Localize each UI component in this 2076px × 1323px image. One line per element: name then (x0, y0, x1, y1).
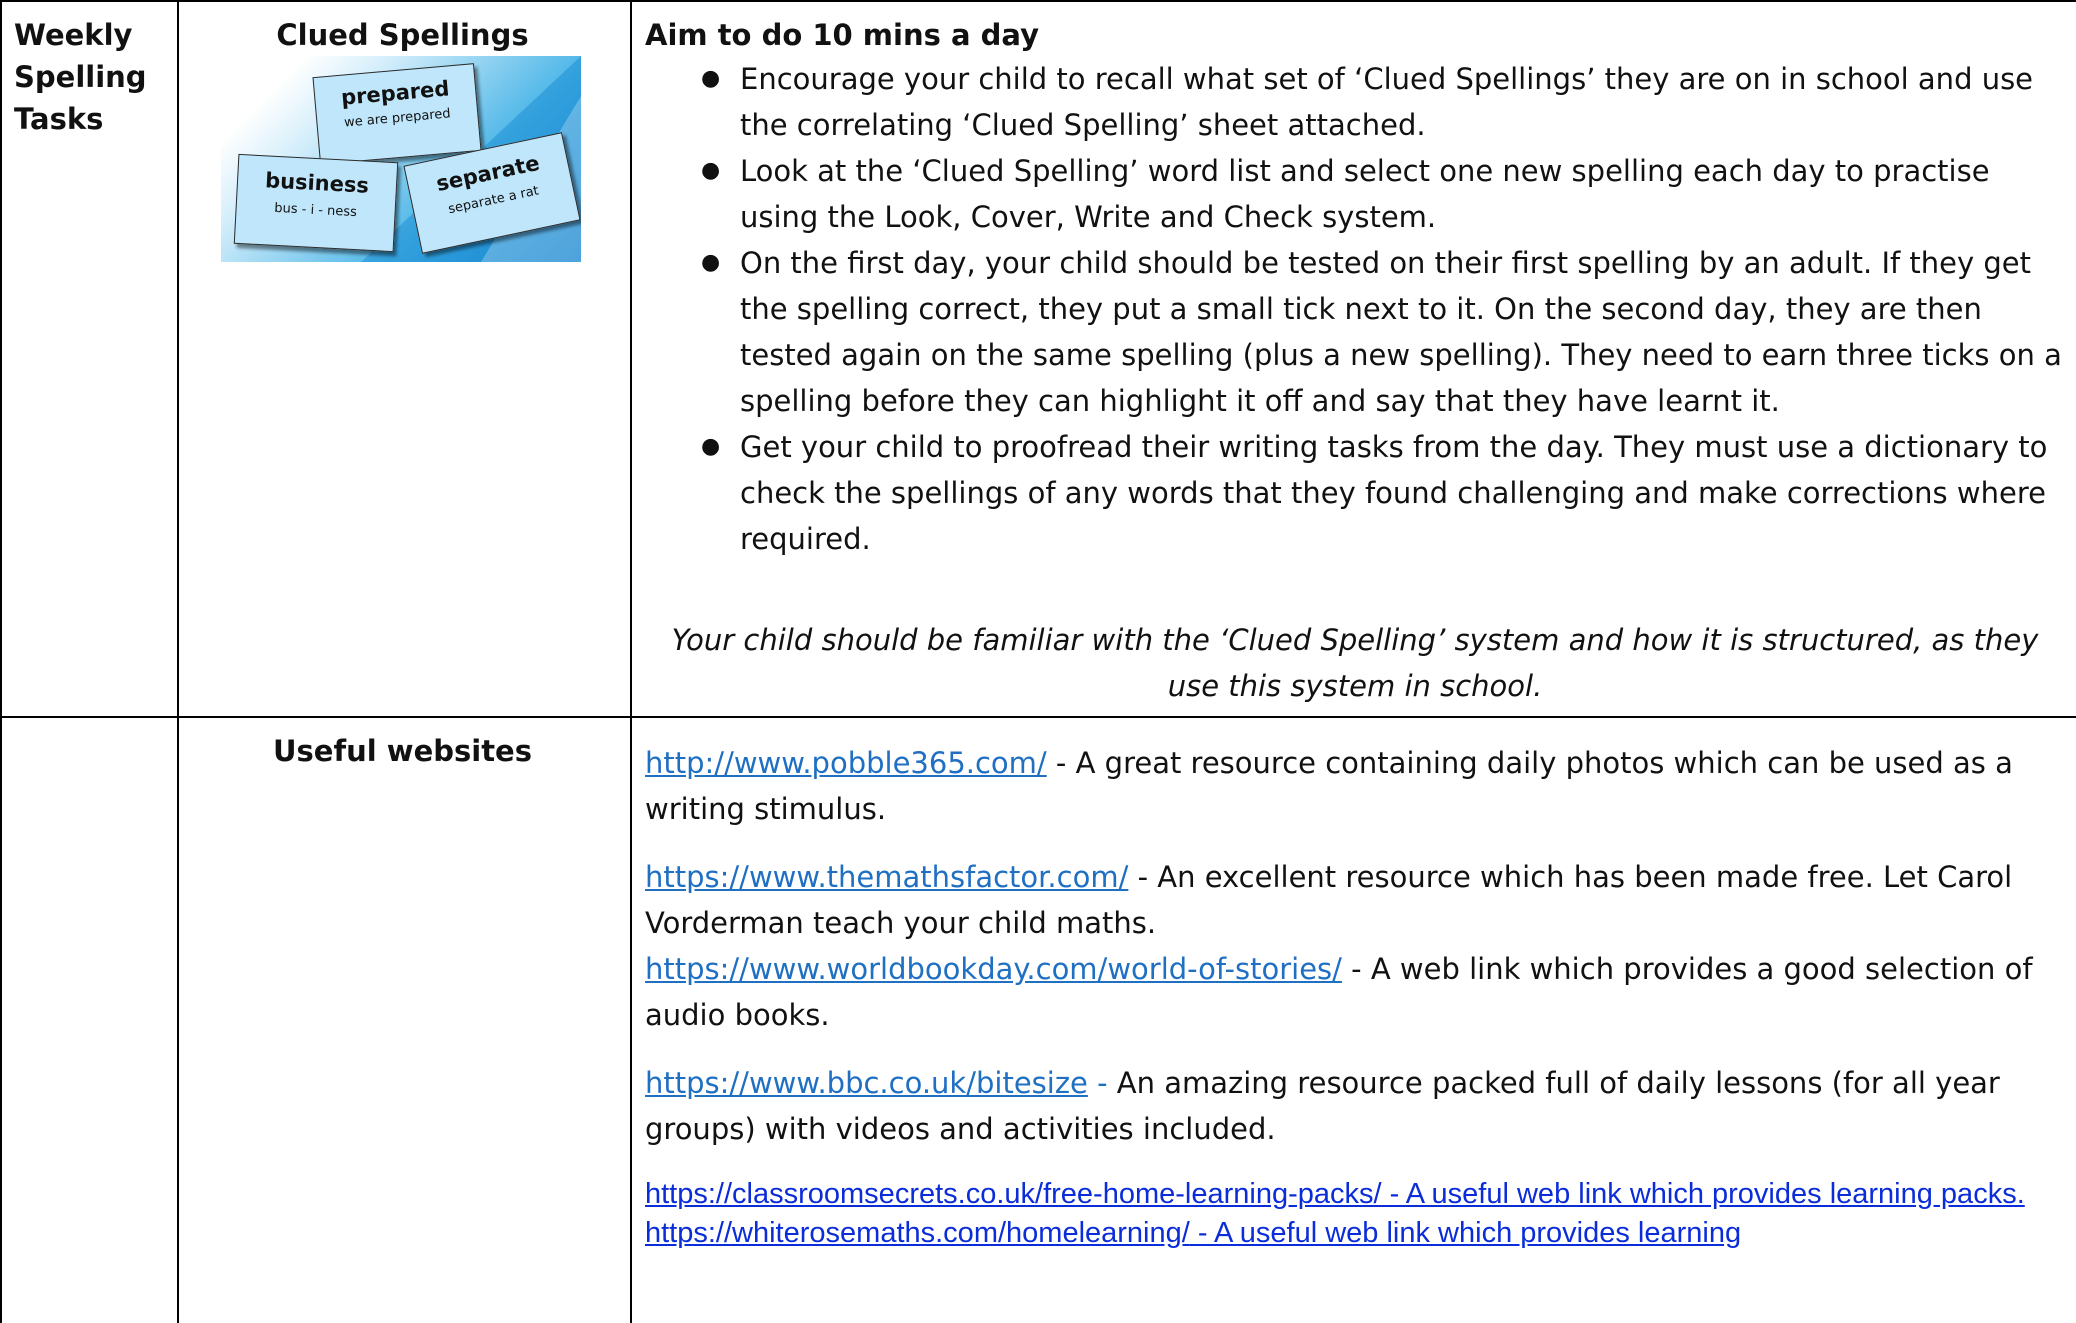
link-description: - A useful web link which provides learn… (1189, 1217, 1742, 1249)
website-link-bbc-bitesize[interactable]: https://www.bbc.co.uk/bitesize (645, 1066, 1088, 1100)
clued-spellings-heading: Clued Spellings (276, 18, 529, 52)
website-entry: http://www.pobble365.com/ - A great reso… (645, 740, 2065, 832)
familiarity-note: Your child should be familiar with the ‘… (671, 623, 2039, 703)
website-entry: https://classroomsecrets.co.uk/free-home… (645, 1174, 2065, 1213)
website-entry: https://whiterosemaths.com/homelearning/… (645, 1213, 2065, 1252)
card-word: business (264, 168, 370, 198)
weekly-spelling-tasks-text: Weekly Spelling Tasks (14, 18, 147, 136)
spelling-card-prepared: prepared we are prepared (312, 63, 482, 165)
website-link-worldbookday[interactable]: https://www.worldbookday.com/world-of-st… (645, 952, 1342, 986)
website-entry: https://www.worldbookday.com/world-of-st… (645, 946, 2065, 1038)
website-link-classroomsecrets[interactable]: https://classroomsecrets.co.uk/free-home… (645, 1178, 2025, 1210)
useful-websites-heading: Useful websites (180, 730, 625, 772)
clued-spellings-cell: Clued Spellings prepared we are prepared… (180, 14, 625, 262)
spelling-card-business: business bus - i - ness (233, 153, 399, 253)
aim-heading: Aim to do 10 mins a day (645, 18, 1039, 52)
spelling-instructions-cell: Aim to do 10 mins a day Encourage your c… (645, 0, 2065, 709)
useful-websites-cell: http://www.pobble365.com/ - A great reso… (645, 740, 2065, 1252)
table-border-left (0, 0, 2, 1323)
useful-websites-text: Useful websites (273, 734, 532, 768)
website-separator: - (1087, 1066, 1117, 1100)
link-description: - A useful web link which provides learn… (1381, 1178, 2025, 1210)
instruction-item: Look at the ‘Clued Spelling’ word list a… (645, 148, 2065, 240)
clued-spellings-image: prepared we are prepared business bus - … (221, 56, 581, 262)
website-link-whiterosemaths[interactable]: https://whiterosemaths.com/homelearning/… (645, 1217, 1741, 1249)
link-url: https://whiterosemaths.com/homelearning/ (645, 1217, 1190, 1249)
website-entry: https://www.themathsfactor.com/ - An exc… (645, 854, 2065, 946)
link-url: https://classroomsecrets.co.uk/free-home… (645, 1178, 1382, 1210)
column-divider-1 (177, 0, 179, 1323)
website-link-themathsfactor[interactable]: https://www.themathsfactor.com/ (645, 860, 1128, 894)
row-divider (0, 716, 2076, 718)
spelling-tasks-table: Weekly Spelling Tasks Clued Spellings pr… (0, 0, 2076, 1323)
website-link-pobble365[interactable]: http://www.pobble365.com/ (645, 746, 1047, 780)
instruction-item: Encourage your child to recall what set … (645, 56, 2065, 148)
column-divider-2 (630, 0, 632, 1323)
instruction-list: Encourage your child to recall what set … (645, 56, 2065, 562)
instruction-item: Get your child to proofread their writin… (645, 424, 2065, 562)
card-clue: bus - i - ness (273, 200, 358, 221)
weekly-spelling-tasks-heading: Weekly Spelling Tasks (14, 14, 164, 140)
website-entry: https://www.bbc.co.uk/bitesize - An amaz… (645, 1060, 2065, 1152)
instruction-item: On the first day, your child should be t… (645, 240, 2065, 424)
